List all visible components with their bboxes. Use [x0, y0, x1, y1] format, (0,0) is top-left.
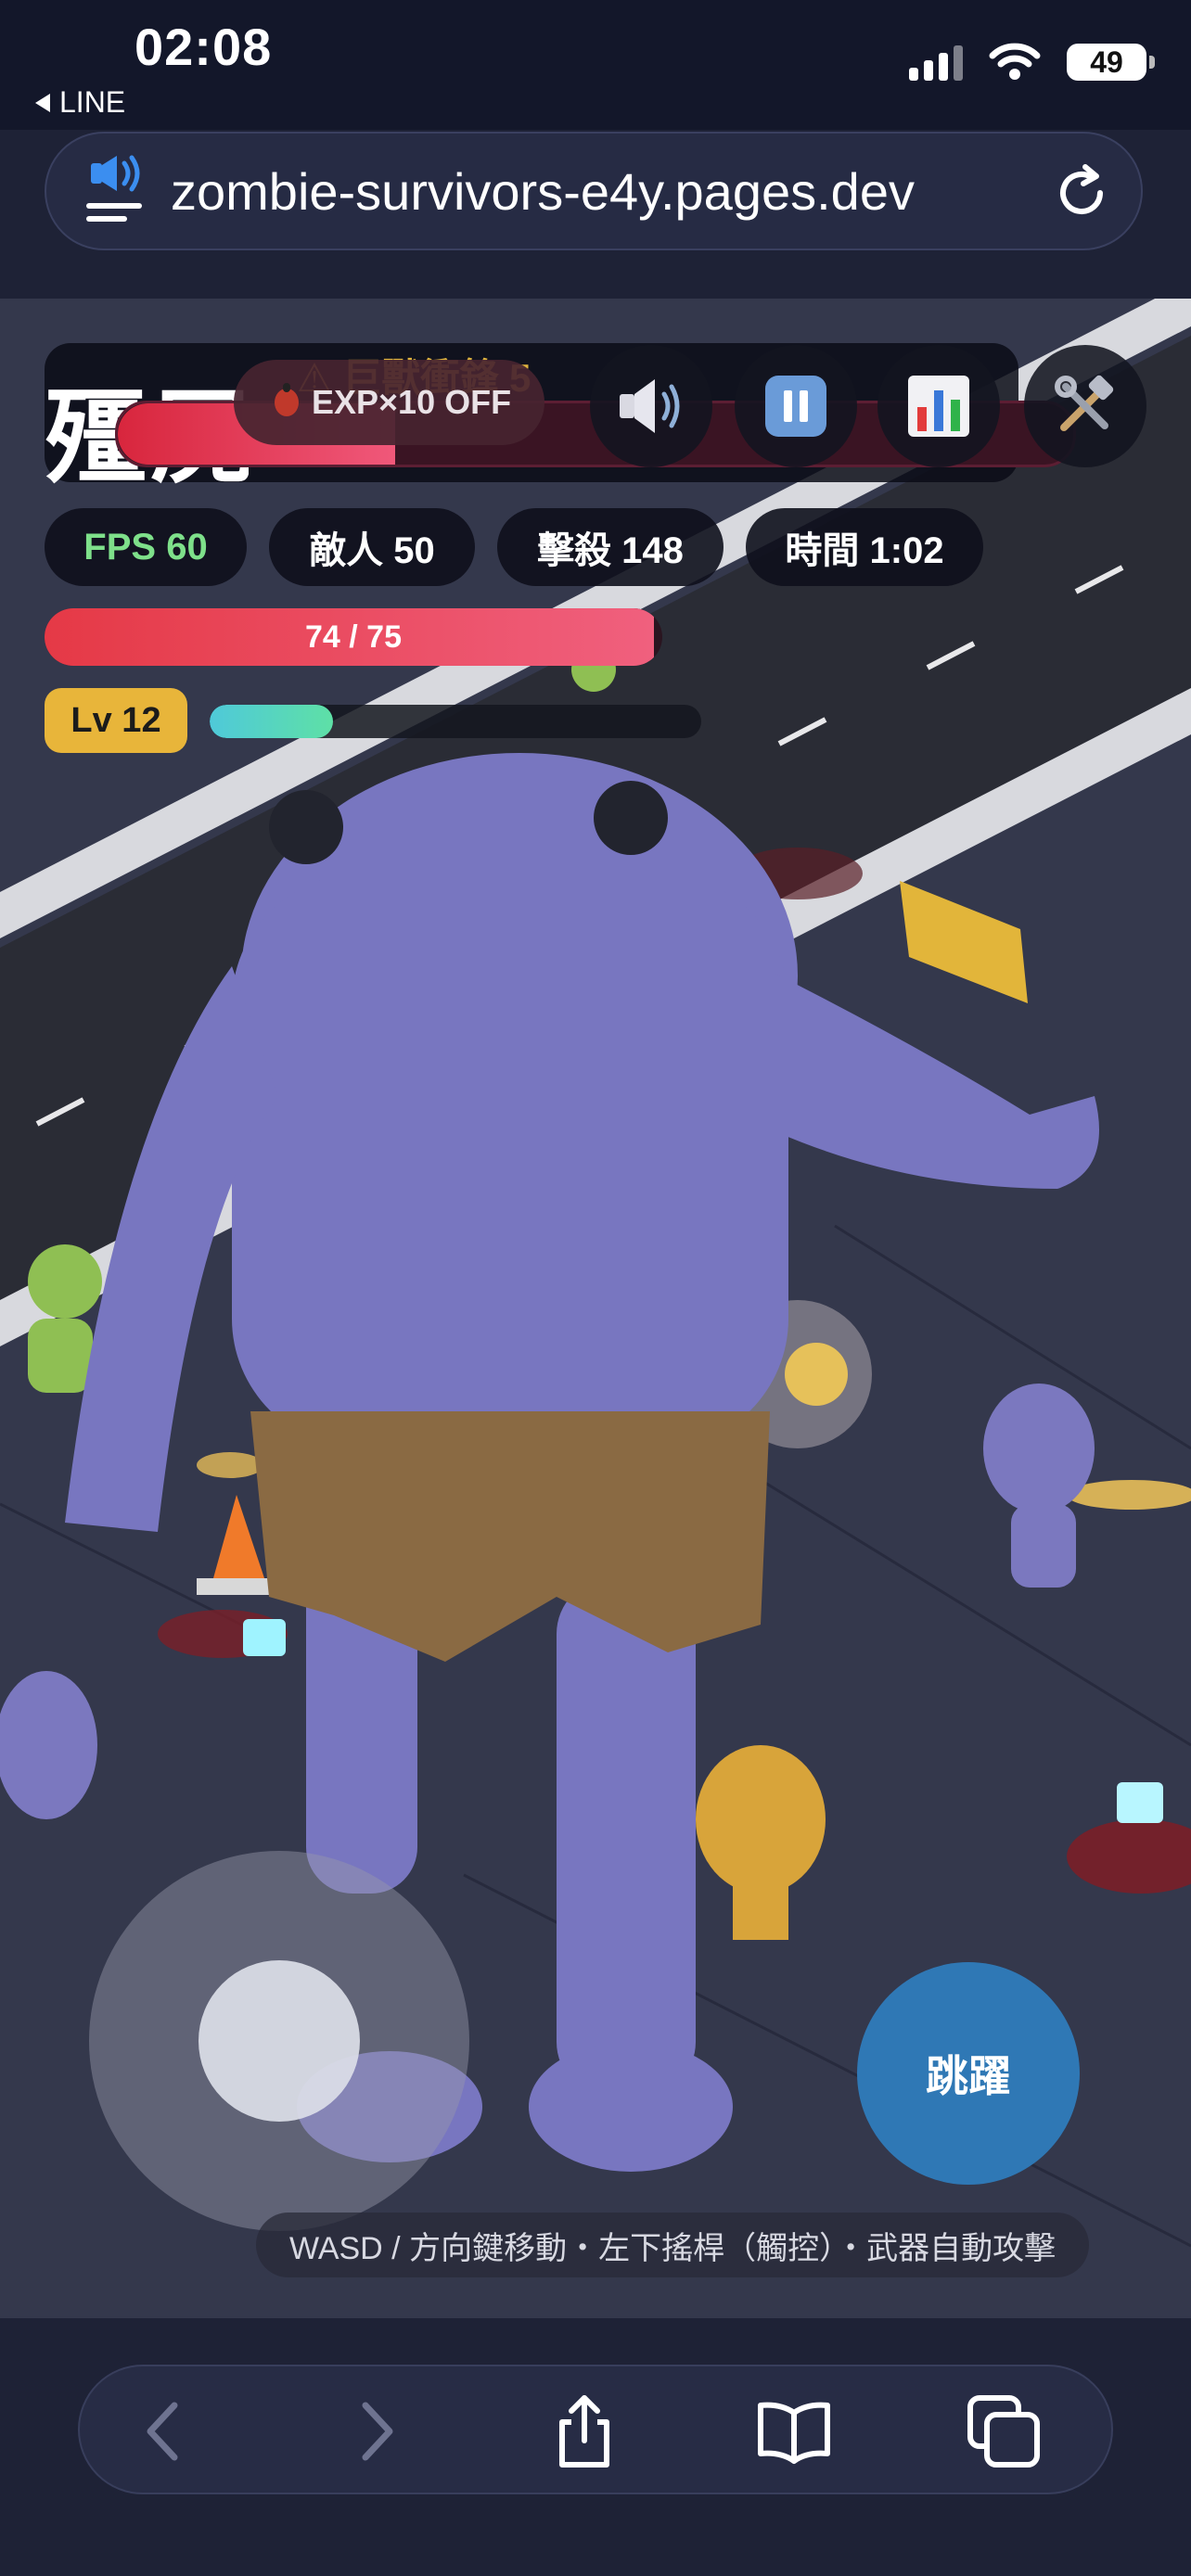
speaker-wave-icon[interactable]: [83, 154, 158, 232]
time-counter: 時間 1:02: [746, 508, 983, 586]
stats-button[interactable]: [877, 345, 1000, 467]
jump-button[interactable]: 跳躍: [857, 1962, 1080, 2185]
back-triangle-icon: [35, 93, 50, 112]
book-icon[interactable]: [755, 2392, 833, 2470]
tabs-icon[interactable]: [965, 2392, 1043, 2470]
joystick-knob[interactable]: [198, 1960, 360, 2122]
exp-multiplier-toggle[interactable]: EXP×10 OFF: [234, 360, 545, 445]
back-to-app-link[interactable]: LINE: [35, 85, 125, 120]
bar-chart-icon: [908, 376, 969, 437]
level-badge: Lv 12: [45, 688, 187, 753]
exp-multiplier-label: EXP×10 OFF: [312, 383, 512, 421]
share-icon[interactable]: [545, 2392, 623, 2470]
tools-icon: [1055, 375, 1114, 431]
kill-counter: 擊殺 148: [497, 508, 724, 586]
ios-status-bar: 02:08 LINE 49: [0, 0, 1191, 130]
battery-indicator: 49: [1067, 44, 1155, 81]
clock: 02:08: [134, 18, 273, 76]
fps-counter: FPS 60: [45, 508, 247, 586]
xp-fill: [210, 705, 333, 738]
status-indicators: 49: [909, 43, 1155, 82]
toolbar-pill: [78, 2365, 1113, 2494]
back-app-label: LINE: [59, 85, 126, 119]
player-health-text: 74 / 75: [305, 619, 402, 655]
settings-button[interactable]: [1024, 345, 1146, 467]
chevron-left-icon[interactable]: [126, 2392, 204, 2470]
address-bar[interactable]: zombie-survivors-e4y.pages.dev: [45, 132, 1143, 250]
sound-button[interactable]: [590, 345, 712, 467]
reload-icon[interactable]: [1050, 161, 1113, 224]
enemy-counter: 敵人 50: [269, 508, 475, 586]
cellular-signal-icon: [909, 44, 963, 81]
chevron-right-icon[interactable]: [336, 2392, 414, 2470]
xp-bar: [210, 705, 701, 738]
game-canvas[interactable]: 殭屍 ⚠ 巨獸衝鋒 5 EXP×10 OFF: [0, 299, 1191, 2318]
pause-icon: [765, 376, 826, 437]
controls-help: WASD / 方向鍵移動・左下搖桿（觸控）・武器自動攻擊: [256, 2213, 1090, 2277]
pause-button[interactable]: [735, 345, 857, 467]
player-health-bar: 74 / 75: [45, 608, 662, 666]
speaker-icon: [620, 379, 680, 433]
wifi-icon: [989, 43, 1041, 80]
ladybug-icon: [275, 383, 299, 416]
url-text[interactable]: zombie-survivors-e4y.pages.dev: [171, 161, 915, 222]
browser-toolbar: [0, 2318, 1191, 2576]
